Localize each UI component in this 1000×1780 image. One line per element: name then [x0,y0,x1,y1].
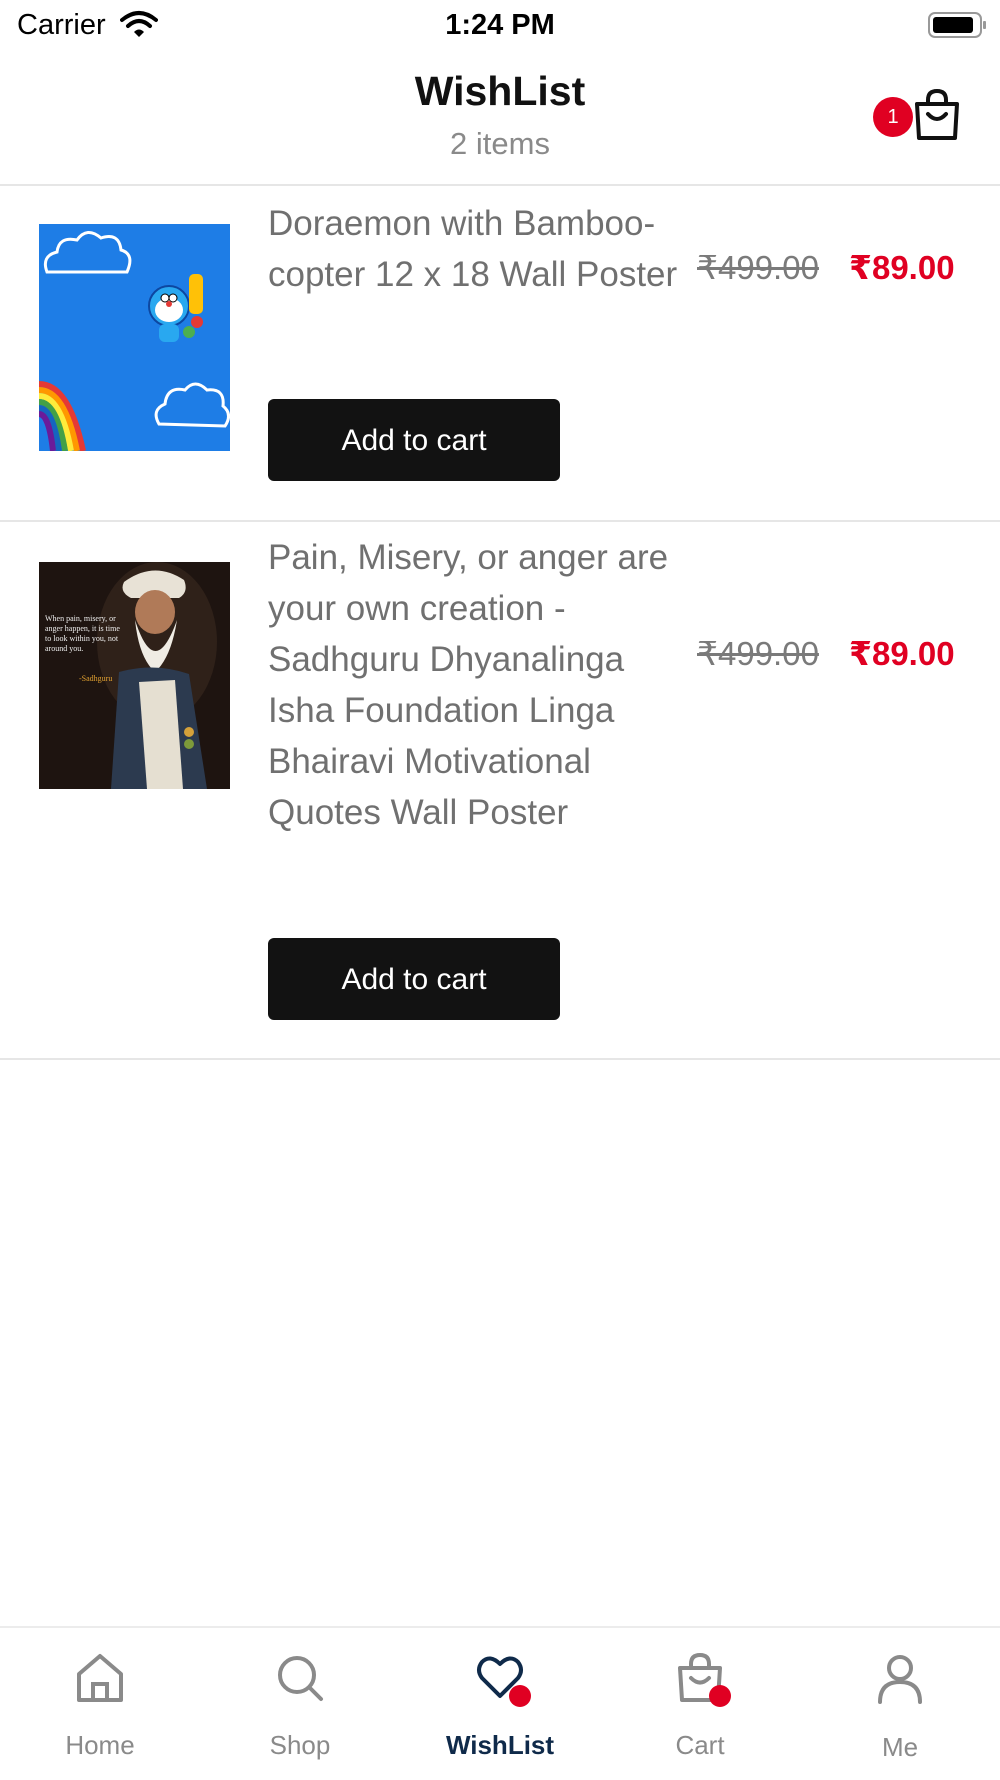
search-icon [278,1656,323,1701]
sadhguru-photo [39,562,230,789]
tab-wishlist[interactable]: WishList [400,1628,600,1780]
notification-dot [509,1685,531,1707]
sale-price: ₹89.00 [849,249,955,286]
product-image[interactable]: When pain, misery, or anger happen, it i… [39,562,230,789]
wishlist-item[interactable]: When pain, misery, or anger happen, it i… [0,522,1000,1060]
product-name[interactable]: Doraemon with Bamboo-copter 12 x 18 Wall… [268,198,678,300]
product-name[interactable]: Pain, Misery, or anger are your own crea… [268,532,678,838]
home-icon [77,1654,123,1702]
header: WishList 2 items 1 [0,50,1000,186]
user-icon [878,1655,922,1704]
wishlist-item[interactable]: Doraemon with Bamboo-copter 12 x 18 Wall… [0,186,1000,522]
tab-home[interactable]: Home [0,1628,200,1780]
tab-label: WishList [445,1730,555,1760]
tab-shop[interactable]: Shop [200,1628,400,1780]
original-price: ₹499.00 [697,249,819,286]
tab-bar: Home Shop WishList Cart Me [0,1626,1000,1780]
poster-quote: When pain, misery, or anger happen, it i… [45,614,120,653]
sale-price: ₹89.00 [849,635,955,672]
item-count: 2 items [450,126,550,161]
tab-me[interactable]: Me [800,1628,1000,1780]
product-image[interactable] [39,224,230,451]
cart-count-badge: 1 [873,97,913,137]
notification-dot [709,1685,731,1707]
battery-icon [928,12,986,38]
shopping-bag-icon[interactable] [913,88,961,142]
tab-label: Me [881,1732,919,1762]
add-to-cart-button[interactable]: Add to cart [268,399,560,481]
tab-label: Home [65,1730,135,1760]
poster-author: -Sadhguru [79,674,113,683]
tab-cart[interactable]: Cart [600,1628,800,1780]
page-title: WishList [414,68,586,114]
original-price: ₹499.00 [697,635,819,672]
status-bar: Carrier 1:24 PM [0,0,1000,50]
tab-label: Cart [675,1730,725,1760]
clock: 1:24 PM [445,9,555,41]
add-to-cart-button[interactable]: Add to cart [268,938,560,1020]
tab-label: Shop [269,1730,331,1760]
